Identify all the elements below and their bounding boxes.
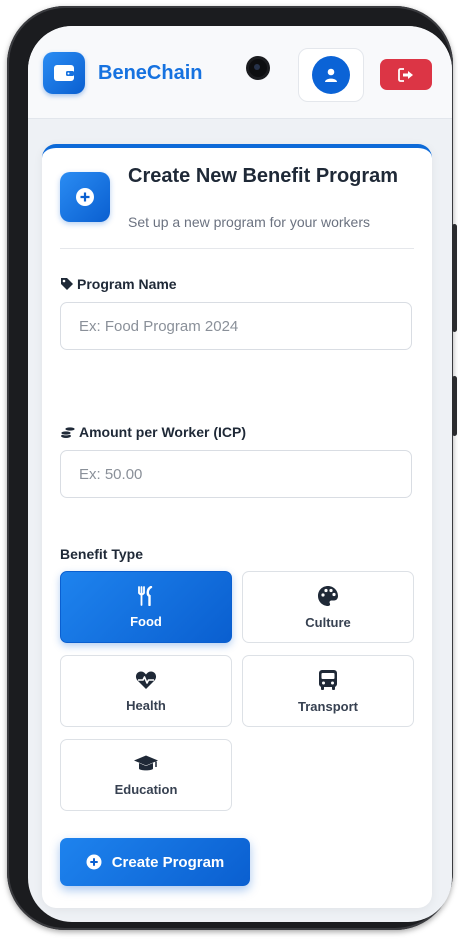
benefit-type-label-health: Health: [126, 697, 166, 713]
benefit-type-label-transport: Transport: [298, 698, 358, 714]
palette-icon: [318, 585, 338, 606]
create-program-card: Create New Benefit Program Set up a new …: [42, 144, 432, 908]
logout-icon: [398, 67, 413, 82]
benefit-type-culture[interactable]: Culture: [242, 571, 414, 643]
page-subtitle: Set up a new program for your workers: [128, 214, 370, 230]
benefit-type-education[interactable]: Education: [60, 739, 232, 811]
divider: [60, 248, 414, 249]
bus-icon: [319, 669, 337, 690]
benefit-type-label: Benefit Type: [60, 546, 143, 562]
benefit-type-transport[interactable]: Transport: [242, 655, 414, 727]
front-camera: [249, 59, 267, 77]
brand-name: BeneChain: [98, 62, 203, 84]
phone-frame: BeneChain Create New Benefit Program Set…: [7, 6, 457, 930]
wallet-icon: [54, 65, 74, 81]
plus-circle-icon: [76, 188, 94, 206]
user-icon: [325, 68, 337, 82]
logout-button[interactable]: [380, 59, 432, 90]
profile-button[interactable]: [298, 48, 364, 102]
top-navbar: BeneChain: [28, 26, 452, 119]
tag-icon: [61, 278, 73, 290]
program-name-input[interactable]: [60, 302, 412, 350]
amount-input[interactable]: [60, 450, 412, 498]
benefit-type-label-food: Food: [130, 613, 162, 629]
create-program-label: Create Program: [111, 853, 225, 871]
create-program-button[interactable]: Create Program: [60, 838, 250, 886]
plus-circle-icon: [86, 854, 102, 870]
header-icon-badge: [60, 172, 110, 222]
program-name-label-text: Program Name: [77, 276, 177, 292]
power-button: [452, 224, 457, 332]
heartbeat-icon: [135, 671, 157, 689]
utensils-icon: [138, 585, 153, 606]
benefit-type-label-culture: Culture: [305, 614, 351, 630]
amount-label: Amount per Worker (ICP): [60, 424, 246, 440]
benefit-type-label-education: Education: [114, 781, 178, 797]
volume-button: [452, 376, 457, 436]
program-name-label: Program Name: [60, 276, 177, 292]
benefit-type-food[interactable]: Food: [60, 571, 232, 643]
logo-button[interactable]: [43, 52, 85, 94]
amount-label-text: Amount per Worker (ICP): [79, 424, 246, 440]
page-title: Create New Benefit Program: [128, 165, 399, 187]
app-screen: BeneChain Create New Benefit Program Set…: [28, 26, 452, 922]
coins-icon: [60, 426, 76, 438]
graduation-cap-icon: [134, 755, 158, 770]
benefit-type-health[interactable]: Health: [60, 655, 232, 727]
